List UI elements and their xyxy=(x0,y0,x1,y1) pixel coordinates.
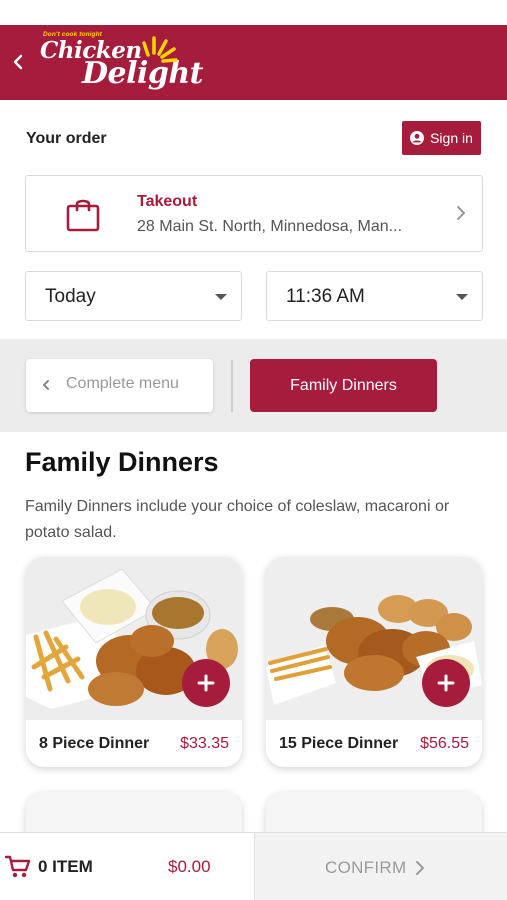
shopping-cart-icon xyxy=(5,855,31,878)
time-select[interactable]: 11:36 AM xyxy=(266,271,483,321)
complete-menu-button[interactable]: Complete menu xyxy=(26,359,213,412)
chevron-left-icon xyxy=(13,54,23,70)
cart-total: $0.00 xyxy=(168,857,211,876)
takeout-location-selector[interactable]: Takeout 28 Main St. North, Minnedosa, Ma… xyxy=(25,175,483,252)
section-title: Family Dinners xyxy=(25,447,219,477)
product-name: 15 Piece Dinner xyxy=(279,735,399,752)
chevron-right-icon xyxy=(457,206,465,220)
plus-icon xyxy=(437,674,455,692)
section-description: Family Dinners include your choice of co… xyxy=(25,498,450,541)
cart-bar: 0 ITEM $0.00 CONFIRM xyxy=(0,832,507,900)
add-to-cart-button[interactable] xyxy=(422,659,470,707)
cart-summary[interactable]: 0 ITEM $0.00 xyxy=(0,833,253,900)
user-icon xyxy=(410,131,425,145)
day-select[interactable]: Today xyxy=(25,271,242,321)
product-price: $56.55 xyxy=(420,735,469,752)
sign-in-button[interactable]: Sign in xyxy=(402,121,481,155)
product-price: $33.35 xyxy=(180,735,229,752)
caret-down-icon xyxy=(215,294,227,300)
add-to-cart-button[interactable] xyxy=(182,659,230,707)
complete-menu-label: Complete menu xyxy=(66,375,179,392)
sun-rays-icon xyxy=(142,36,178,63)
sign-in-label: Sign in xyxy=(430,130,473,146)
chevron-left-icon xyxy=(43,380,49,390)
status-gap xyxy=(0,0,507,25)
takeout-mode-label: Takeout xyxy=(137,193,198,210)
caret-down-icon xyxy=(456,294,468,300)
product-name: 8 Piece Dinner xyxy=(39,735,150,752)
shopping-bag-icon xyxy=(66,199,100,232)
product-card[interactable]: 8 Piece Dinner $33.35 xyxy=(26,557,242,767)
category-divider xyxy=(231,360,233,412)
back-button[interactable] xyxy=(8,50,28,74)
plus-icon xyxy=(197,674,215,692)
chicken-delight-logo[interactable]: Don't cook tonight Chicken Delight xyxy=(40,31,215,95)
takeout-address: 28 Main St. North, Minnedosa, Man... xyxy=(137,218,403,235)
your-order-title: Your order xyxy=(26,130,107,147)
category-bar: Complete menu Family Dinners xyxy=(0,339,507,432)
app-header: Don't cook tonight Chicken Delight xyxy=(0,25,507,100)
chevron-right-icon xyxy=(416,861,424,875)
order-row: Your order Sign in xyxy=(0,100,507,175)
family-dinners-category-button[interactable]: Family Dinners xyxy=(250,359,437,412)
time-select-value: 11:36 AM xyxy=(286,286,365,307)
cart-item-count: 0 ITEM xyxy=(38,857,93,876)
product-card[interactable]: 15 Piece Dinner $56.55 xyxy=(266,557,482,767)
confirm-button[interactable]: CONFIRM xyxy=(254,833,507,900)
confirm-label: CONFIRM xyxy=(325,858,407,877)
day-select-value: Today xyxy=(45,286,96,307)
